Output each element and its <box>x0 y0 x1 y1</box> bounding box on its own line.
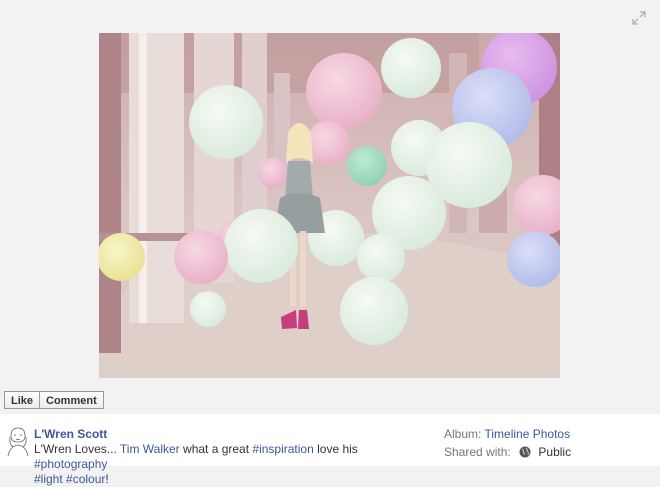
photo-viewer: Like Comment <box>0 0 660 409</box>
album-label: Album: <box>444 427 482 441</box>
hashtag-link[interactable]: #light <box>34 472 63 486</box>
post-details: L'Wren Scott L'Wren Loves... Tim Walker … <box>0 414 660 486</box>
caption-text: love his <box>313 442 358 456</box>
hashtag-link[interactable]: #colour <box>66 472 105 486</box>
post-caption: L'Wren Loves... Tim Walker what a great … <box>34 442 434 487</box>
author-name[interactable]: L'Wren Scott <box>34 427 107 441</box>
caption-text: what a great <box>179 442 253 456</box>
hashtag-link[interactable]: #photography <box>34 457 107 471</box>
privacy-row: Shared with: Public <box>444 445 571 459</box>
caption-text: L'Wren Loves... <box>34 442 120 456</box>
comment-button[interactable]: Comment <box>40 391 104 409</box>
privacy-value[interactable]: Public <box>538 445 571 459</box>
like-button[interactable]: Like <box>4 391 41 409</box>
shared-with-label: Shared with: <box>444 445 511 459</box>
avatar[interactable] <box>5 424 31 456</box>
caption-text: ! <box>105 472 109 486</box>
album-link[interactable]: Timeline Photos <box>484 427 570 441</box>
globe-icon <box>519 446 531 458</box>
main-photo[interactable] <box>99 33 560 378</box>
post-actions: Like Comment <box>4 391 104 409</box>
expand-icon[interactable] <box>632 11 646 25</box>
album-row: Album: Timeline Photos <box>444 427 570 441</box>
tagged-person-link[interactable]: Tim Walker <box>120 442 180 456</box>
hashtag-link[interactable]: #inspiration <box>252 442 313 456</box>
